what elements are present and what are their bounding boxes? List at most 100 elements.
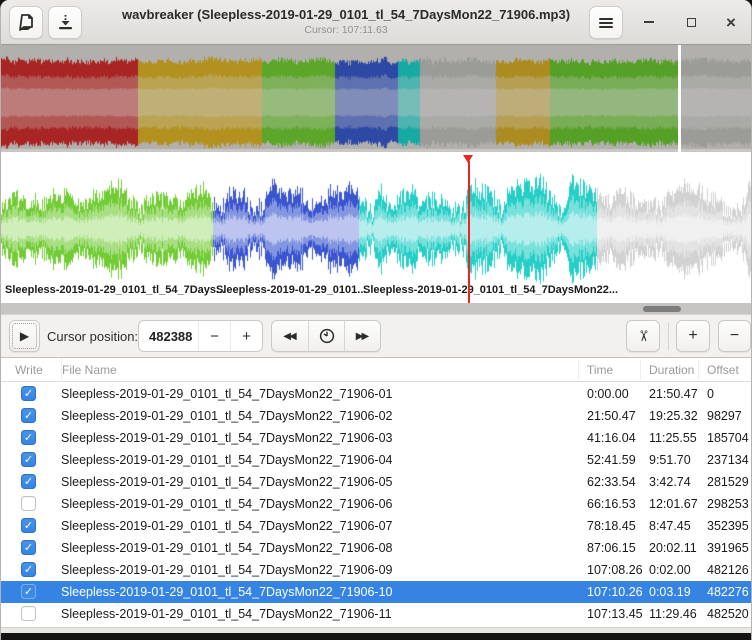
- cell-filename: Sleepless-2019-01-29_0101_tl_54_7DaysMon…: [61, 405, 393, 427]
- table-row[interactable]: ✓ Sleepless-2019-01-29_0101_tl_54_7DaysM…: [1, 515, 752, 537]
- waveform-detail-view[interactable]: Sleepless-2019-01-29_0101_tl_54_7Days...…: [1, 155, 752, 303]
- cell-offset: 185704: [707, 427, 749, 449]
- write-checkbox[interactable]: ✓: [21, 562, 36, 577]
- screen-bottom-bar: [1, 633, 752, 640]
- write-checkbox[interactable]: ✓: [21, 540, 36, 555]
- menu-button[interactable]: [589, 6, 623, 39]
- overview-waveform-canvas[interactable]: [1, 45, 752, 152]
- column-header-duration[interactable]: Duration: [649, 358, 694, 382]
- write-checkbox[interactable]: ✓: [21, 584, 36, 599]
- cell-duration: 8:47.45: [649, 515, 691, 537]
- table-row[interactable]: ✓ Sleepless-2019-01-29_0101_tl_54_7DaysM…: [1, 449, 752, 471]
- seek-backward-icon: ◀◀: [283, 331, 296, 342]
- track-table-body: ✓ Sleepless-2019-01-29_0101_tl_54_7DaysM…: [1, 383, 752, 625]
- track-label: Sleepless-2019-01-29_0101...: [216, 284, 366, 296]
- spin-increment-button[interactable]: +: [230, 321, 262, 351]
- cell-filename: Sleepless-2019-01-29_0101_tl_54_7DaysMon…: [61, 559, 393, 581]
- toolbar: ▶ Cursor position: 482388 − + ◀◀ ▶▶: [1, 315, 752, 358]
- cell-time: 107:08.26: [587, 559, 643, 581]
- write-checkbox[interactable]: [21, 606, 36, 621]
- cell-time: 0:00.00: [587, 383, 629, 405]
- table-row[interactable]: ✓ Sleepless-2019-01-29_0101_tl_54_7DaysM…: [1, 537, 752, 559]
- cell-offset: 281529: [707, 471, 749, 493]
- cursor-position-spinbox[interactable]: 482388 − +: [138, 320, 263, 352]
- table-row[interactable]: ✓ Sleepless-2019-01-29_0101_tl_54_7DaysM…: [1, 427, 752, 449]
- cursor-position-input[interactable]: 482388: [139, 321, 198, 351]
- overview-position-indicator: [678, 45, 681, 152]
- write-checkbox[interactable]: ✓: [21, 474, 36, 489]
- write-checkbox[interactable]: ✓: [21, 518, 36, 533]
- hamburger-icon: [599, 18, 613, 28]
- window-title-area: wavbreaker (Sleepless-2019-01-29_0101_tl…: [121, 7, 571, 36]
- seek-backward-button[interactable]: ◀◀: [272, 321, 308, 351]
- save-icon: [57, 14, 74, 31]
- waveform-overview[interactable]: [1, 45, 752, 152]
- column-header-filename[interactable]: File Name: [61, 358, 117, 382]
- cursor-position-label: Cursor position:: [47, 315, 138, 358]
- close-button[interactable]: ×: [717, 8, 745, 36]
- cell-duration: 20:02.11: [649, 537, 697, 559]
- table-row[interactable]: ✓ Sleepless-2019-01-29_0101_tl_54_7DaysM…: [1, 405, 752, 427]
- remove-break-button[interactable]: −: [718, 320, 751, 352]
- clock-icon: [319, 328, 335, 344]
- open-file-icon: [18, 14, 35, 31]
- seek-button-group: ◀◀ ▶▶: [271, 320, 381, 352]
- scrollbar-handle[interactable]: [643, 306, 681, 312]
- cell-filename: Sleepless-2019-01-29_0101_tl_54_7DaysMon…: [61, 603, 392, 625]
- cell-time: 52:41.59: [587, 449, 636, 471]
- cell-filename: Sleepless-2019-01-29_0101_tl_54_7DaysMon…: [61, 581, 393, 603]
- write-checkbox[interactable]: ✓: [21, 386, 36, 401]
- table-row[interactable]: Sleepless-2019-01-29_0101_tl_54_7DaysMon…: [1, 493, 752, 515]
- table-row[interactable]: ✓ Sleepless-2019-01-29_0101_tl_54_7DaysM…: [1, 383, 752, 405]
- titlebar: wavbreaker (Sleepless-2019-01-29_0101_tl…: [1, 0, 751, 45]
- cell-filename: Sleepless-2019-01-29_0101_tl_54_7DaysMon…: [61, 383, 393, 405]
- save-button[interactable]: [48, 6, 82, 39]
- minimize-button[interactable]: [635, 8, 663, 36]
- cell-offset: 391965: [707, 537, 749, 559]
- open-file-button[interactable]: [9, 6, 43, 39]
- seek-forward-button[interactable]: ▶▶: [344, 321, 380, 351]
- cursor-line: [468, 161, 470, 303]
- spin-decrement-button[interactable]: −: [198, 321, 230, 351]
- write-checkbox[interactable]: ✓: [21, 452, 36, 467]
- cell-time: 107:13.45: [587, 603, 643, 625]
- window-subtitle-cursor-time: Cursor: 107:11.63: [121, 24, 571, 36]
- detail-waveform-canvas[interactable]: [1, 155, 752, 303]
- cell-duration: 3:42.74: [649, 471, 691, 493]
- scissors-icon: ✂: [634, 330, 652, 343]
- waveform-scrollbar[interactable]: [1, 303, 752, 315]
- cell-offset: 0: [707, 383, 714, 405]
- cell-filename: Sleepless-2019-01-29_0101_tl_54_7DaysMon…: [61, 471, 393, 493]
- cell-duration: 19:25.32: [649, 405, 698, 427]
- cell-offset: 98297: [707, 405, 742, 427]
- column-header-time[interactable]: Time: [587, 358, 613, 382]
- play-button[interactable]: ▶: [9, 320, 40, 352]
- cell-time: 41:16.04: [587, 427, 636, 449]
- write-checkbox[interactable]: ✓: [21, 430, 36, 445]
- table-row[interactable]: ✓ Sleepless-2019-01-29_0101_tl_54_7DaysM…: [1, 471, 752, 493]
- close-icon: ×: [726, 14, 736, 31]
- table-row[interactable]: ✓ Sleepless-2019-01-29_0101_tl_54_7DaysM…: [1, 581, 752, 603]
- write-checkbox[interactable]: ✓: [21, 408, 36, 423]
- table-row[interactable]: ✓ Sleepless-2019-01-29_0101_tl_54_7DaysM…: [1, 559, 752, 581]
- cell-filename: Sleepless-2019-01-29_0101_tl_54_7DaysMon…: [61, 493, 393, 515]
- cell-duration: 21:50.47: [649, 383, 698, 405]
- column-header-write[interactable]: Write: [15, 358, 43, 382]
- column-header-offset[interactable]: Offset: [707, 358, 739, 382]
- cell-filename: Sleepless-2019-01-29_0101_tl_54_7DaysMon…: [61, 537, 393, 559]
- jump-to-time-button[interactable]: [308, 321, 344, 351]
- toolbar-separator: [668, 323, 669, 350]
- cell-time: 21:50.47: [587, 405, 636, 427]
- table-row[interactable]: Sleepless-2019-01-29_0101_tl_54_7DaysMon…: [1, 603, 752, 625]
- cell-filename: Sleepless-2019-01-29_0101_tl_54_7DaysMon…: [61, 515, 393, 537]
- cell-duration: 11:25.55: [649, 427, 697, 449]
- write-checkbox[interactable]: [21, 496, 36, 511]
- maximize-icon: [687, 18, 696, 27]
- cell-duration: 11:29.46: [649, 603, 697, 625]
- track-list: Write File Name Time Duration Offset ✓ S…: [1, 358, 752, 627]
- add-break-button[interactable]: +: [676, 320, 710, 352]
- cut-track-button[interactable]: ✂: [626, 320, 660, 352]
- cell-time: 66:16.53: [587, 493, 636, 515]
- maximize-button[interactable]: [677, 8, 705, 36]
- cell-time: 107:10.26: [587, 581, 643, 603]
